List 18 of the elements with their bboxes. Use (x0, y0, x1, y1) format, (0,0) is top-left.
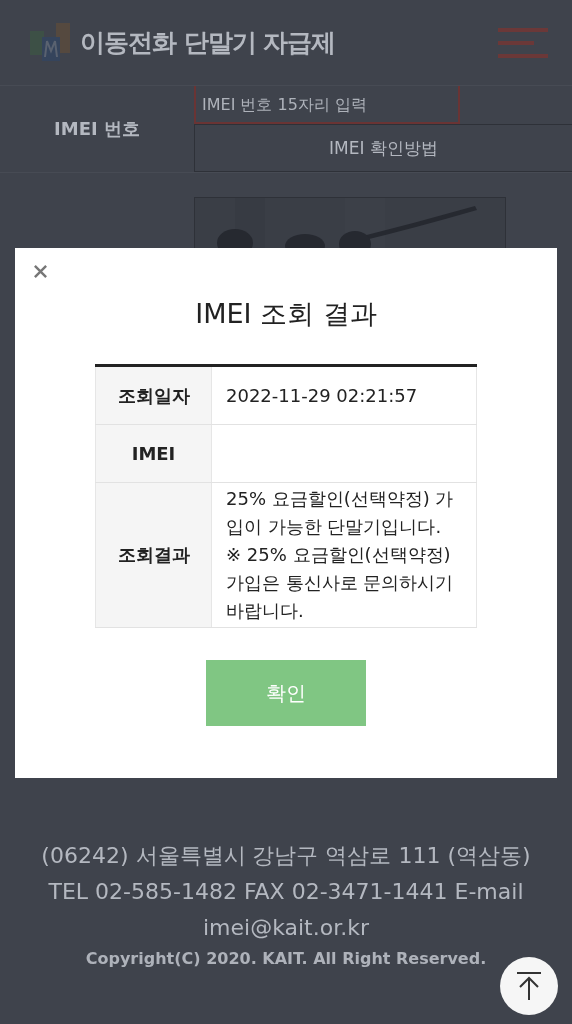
contact-text: TEL 02-585-1482 FAX 02-3471-1441 E-mail imei@kait.or.kr (47, 878, 525, 942)
logo-icon (30, 22, 72, 63)
close-icon (33, 264, 48, 279)
table-header-cell: 조회결과 (95, 483, 212, 627)
address-text: (06242) 서울특별시 강남구 역삼로 111 (역삼동) (40, 842, 532, 870)
dialog-title: IMEI 조회 결과 (195, 297, 377, 331)
table-cell: 25% 요금할인(선택약정) 가입이 가능한 단말기입니다. ※ 25% 요금할인(선택약정) 가입은 통신사로 문의하시기 바랍니다. (212, 483, 477, 627)
close-button[interactable] (33, 264, 48, 279)
scroll-top-button[interactable] (500, 957, 558, 1015)
table-header-cell: IMEI (95, 425, 212, 482)
copyright-text: Copyright(C) 2020. KAIT. All Right Reserved. (84, 948, 488, 970)
field-label: IMEI 번호 (53, 117, 141, 141)
imei-input[interactable]: IMEI 번호 15자리 입력 (194, 86, 460, 124)
table-header-cell: 조회일자 (95, 367, 212, 424)
arrow-up-icon (516, 971, 542, 1001)
table-cell: 2022-11-29 02:21:57 (212, 367, 477, 424)
site-title[interactable]: 이동전화 단말기 자급제 (80, 26, 490, 59)
howto-button[interactable]: IMEI 확인방법 (194, 124, 572, 172)
